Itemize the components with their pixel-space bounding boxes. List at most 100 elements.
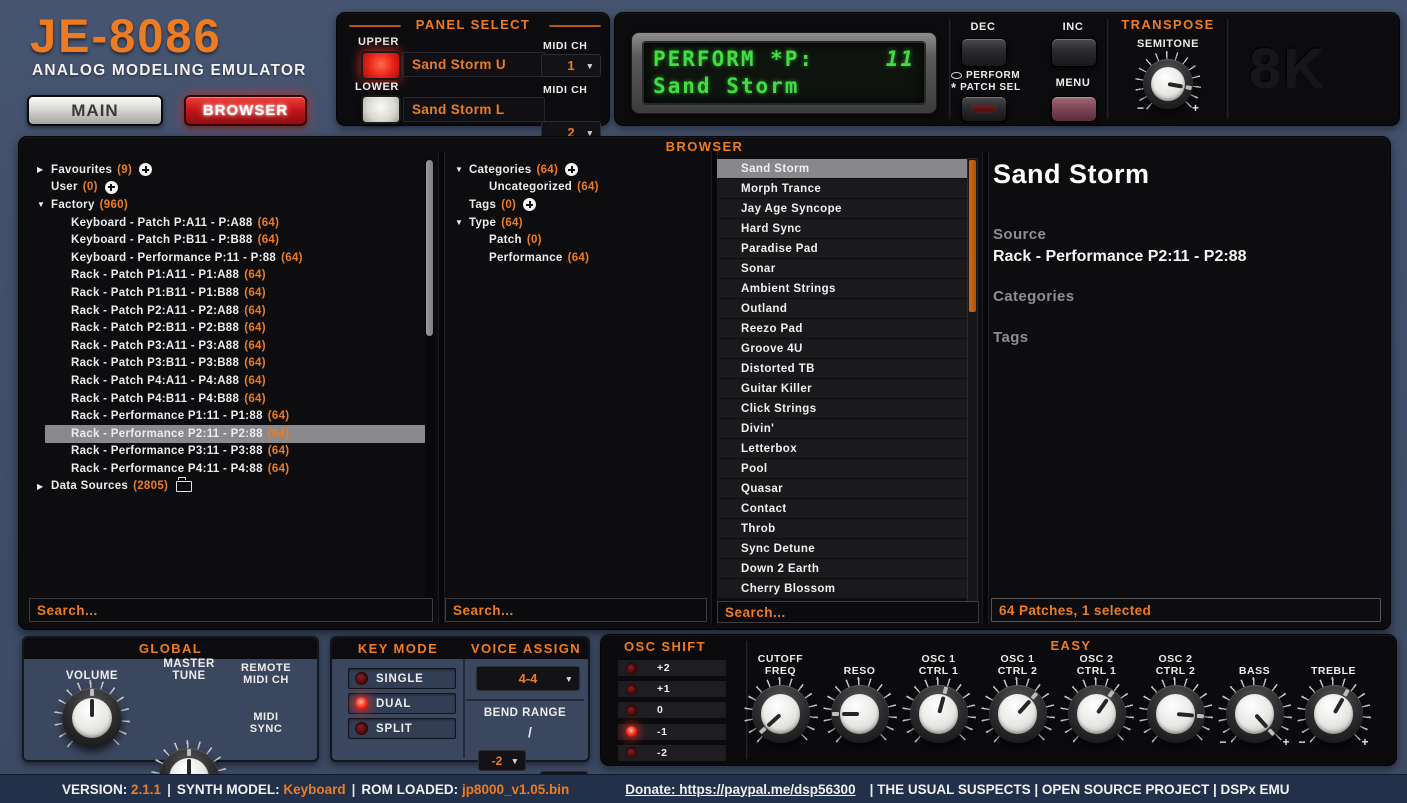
key-mode-option[interactable]: SPLIT — [348, 718, 456, 739]
tree-item[interactable]: Tags (0) — [447, 196, 709, 214]
upper-patch-field[interactable]: Sand Storm U — [403, 52, 545, 77]
semitone-knob[interactable]: − + — [1135, 51, 1201, 117]
detail-patch-title: Sand Storm — [993, 159, 1150, 189]
sources-scrollbar-track[interactable] — [425, 158, 434, 622]
patch-list-item[interactable]: Guitar Killer — [717, 379, 967, 398]
browser-tab-button[interactable]: BROWSER — [184, 95, 307, 126]
patch-list-item[interactable]: Ambient Strings — [717, 279, 967, 298]
patch-list-item[interactable]: Throb — [717, 519, 967, 538]
key-mode-option[interactable]: SINGLE — [348, 668, 456, 689]
patch-list-item[interactable]: Reezo Pad — [717, 319, 967, 338]
add-icon[interactable] — [104, 180, 118, 194]
tree-item[interactable]: Rack - Patch P4:A11 - P4:A88 (64) — [29, 372, 425, 390]
knob[interactable]: − + — [1217, 677, 1292, 751]
patch-scrollbar-thumb[interactable] — [969, 160, 976, 312]
patch-list-item[interactable]: Paradise Pad — [717, 239, 967, 258]
osc-shift-option[interactable]: +1 — [617, 680, 727, 699]
tree-expander-icon[interactable]: ▼ — [455, 218, 469, 227]
patch-list-item[interactable]: Letterbox — [717, 439, 967, 458]
patch-list-item[interactable]: Hard Sync — [717, 219, 967, 238]
tree-item[interactable]: Rack - Patch P1:B11 - P1:B88 (64) — [29, 284, 425, 302]
tree-item[interactable]: Performance (64) — [447, 249, 709, 267]
knob[interactable] — [743, 677, 818, 751]
patch-scrollbar-track[interactable] — [967, 158, 978, 622]
patch-list-item[interactable]: Cherry Blossom — [717, 579, 967, 598]
tree-item[interactable]: Rack - Performance P3:11 - P3:88 (64) — [29, 443, 425, 461]
patch-list-item[interactable]: Sand Storm — [717, 159, 967, 178]
tree-item[interactable]: Keyboard - Patch P:A11 - P:A88 (64) — [29, 214, 425, 232]
donate-link[interactable]: Donate: https://paypal.me/dsp56300 — [625, 782, 855, 797]
add-icon[interactable] — [139, 163, 153, 177]
tree-expander-icon[interactable]: ▶ — [37, 165, 51, 174]
tree-item[interactable]: ▼ Type (64) — [447, 214, 709, 232]
add-icon[interactable] — [565, 163, 579, 177]
tree-item[interactable]: Rack - Patch P4:B11 - P4:B88 (64) — [29, 390, 425, 408]
osc-shift-option[interactable]: 0 — [617, 701, 727, 720]
tree-item[interactable]: Uncategorized (64) — [447, 179, 709, 197]
patch-search-input[interactable] — [717, 601, 979, 623]
patch-list-item[interactable]: Distorted TB — [717, 359, 967, 378]
tree-item[interactable]: User (0) — [29, 179, 425, 197]
tree-item[interactable]: ▼ Factory (960) — [29, 196, 425, 214]
tree-expander-icon[interactable]: ▶ — [37, 482, 51, 491]
led-indicator — [355, 722, 368, 735]
tree-expander-icon[interactable]: ▼ — [455, 165, 469, 174]
tree-item[interactable]: Patch (0) — [447, 231, 709, 249]
led-indicator — [626, 704, 637, 716]
lower-patch-field[interactable]: Sand Storm L — [403, 97, 545, 122]
lower-panel-button[interactable] — [361, 95, 401, 124]
menu-button[interactable] — [1051, 96, 1097, 122]
add-icon[interactable] — [523, 198, 537, 212]
patch-list-item[interactable]: Sync Detune — [717, 539, 967, 558]
sources-scrollbar-thumb[interactable] — [426, 160, 433, 336]
tree-item[interactable]: Keyboard - Performance P:11 - P:88 (64) — [29, 249, 425, 267]
osc-shift-option[interactable]: +2 — [617, 659, 727, 677]
tree-item[interactable]: Rack - Patch P3:B11 - P3:B88 (64) — [29, 355, 425, 373]
perform-patch-sel-button[interactable] — [961, 96, 1007, 122]
osc-shift-option[interactable]: -2 — [617, 743, 727, 762]
tree-item[interactable]: Rack - Patch P3:A11 - P3:A88 (64) — [29, 337, 425, 355]
tree-item[interactable]: Rack - Patch P1:A11 - P1:A88 (64) — [29, 267, 425, 285]
tree-item[interactable]: Rack - Patch P2:A11 - P2:A88 (64) — [29, 302, 425, 320]
patch-list-item[interactable]: Click Strings — [717, 399, 967, 418]
patch-list-item[interactable]: Groove 4U — [717, 339, 967, 358]
tree-expander-icon[interactable]: ▼ — [37, 200, 51, 209]
tree-item[interactable]: ▼ Categories (64) — [447, 161, 709, 179]
key-mode-option[interactable]: DUAL — [348, 693, 456, 714]
patch-list-item[interactable]: Sonar — [717, 259, 967, 278]
patch-list-item[interactable]: Contact — [717, 499, 967, 518]
patch-list-item[interactable]: Jay Age Syncope — [717, 199, 967, 218]
folder-icon[interactable] — [176, 477, 193, 492]
sources-search-input[interactable] — [29, 598, 433, 622]
patch-list-item[interactable]: Down 2 Earth — [717, 559, 967, 578]
knob[interactable] — [901, 677, 976, 751]
tree-item[interactable]: Rack - Performance P4:11 - P4:88 (64) — [29, 460, 425, 478]
knob[interactable] — [980, 677, 1055, 751]
knob[interactable] — [822, 677, 897, 751]
patch-list-item[interactable]: Pool — [717, 459, 967, 478]
knob[interactable] — [1059, 677, 1134, 751]
bend-range-down-select[interactable]: -2 ▼ — [478, 750, 526, 771]
osc-shift-option[interactable]: -1 — [617, 722, 727, 741]
patch-list-item[interactable]: Divin' — [717, 419, 967, 438]
dec-button[interactable] — [961, 38, 1007, 67]
volume-knob[interactable] — [54, 680, 130, 756]
knob[interactable]: − + — [1296, 677, 1371, 751]
tree-item[interactable]: ▶ Favourites (9) — [29, 161, 425, 179]
filters-search-input[interactable] — [445, 598, 707, 622]
tree-item[interactable]: Rack - Performance P2:11 - P2:88 (64) — [45, 424, 425, 443]
knob[interactable] — [1138, 677, 1213, 751]
tree-item[interactable]: Rack - Patch P2:B11 - P2:B88 (64) — [29, 319, 425, 337]
upper-midi-ch-select[interactable]: 1 ▼ — [541, 54, 601, 77]
patch-list-item[interactable]: Outland — [717, 299, 967, 318]
main-tab-button[interactable]: MAIN — [27, 95, 163, 126]
tree-item[interactable]: ▶ Data Sources (2805) — [29, 477, 425, 496]
patch-list-item[interactable]: Morph Trance — [717, 179, 967, 198]
upper-panel-button[interactable] — [361, 51, 401, 80]
patch-list-item[interactable]: Quasar — [717, 479, 967, 498]
voice-assign-select[interactable]: 4-4 ▼ — [476, 666, 580, 691]
chevron-down-icon: ▼ — [585, 60, 594, 71]
tree-item[interactable]: Keyboard - Patch P:B11 - P:B88 (64) — [29, 231, 425, 249]
tree-item[interactable]: Rack - Performance P1:11 - P1:88 (64) — [29, 407, 425, 425]
inc-button[interactable] — [1051, 38, 1097, 67]
